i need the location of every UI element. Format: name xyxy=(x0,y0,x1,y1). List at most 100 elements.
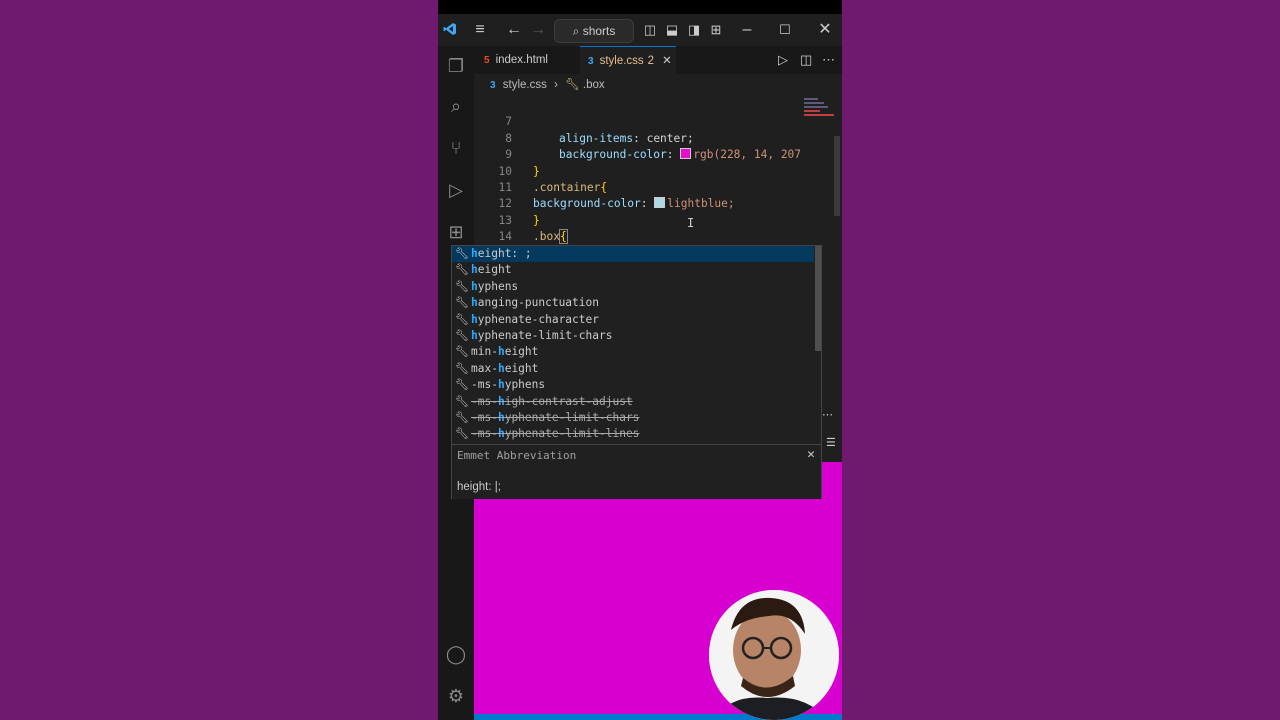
background-right xyxy=(842,0,1280,720)
toggle-panel-icon[interactable]: ⬓ xyxy=(662,14,682,46)
css-property: background-color xyxy=(559,148,667,162)
tab-label: style.css xyxy=(599,55,644,67)
title-bar: ≡ ← → ⌕ shorts ◫ ⬓ ◨ ⊞ – ☐ ✕ xyxy=(438,14,842,46)
maximize-icon[interactable]: ☐ xyxy=(772,14,798,46)
suggestion-item[interactable]: 🔧︎ -ms-hyphenate-limit-lines xyxy=(452,426,814,442)
suggestion-label: hyphenate-limit-chars xyxy=(471,329,613,342)
code-line: 8 background-color: rgb(228, 14, 207 xyxy=(474,114,800,161)
code-text: } xyxy=(533,164,540,178)
property-wrench-icon: 🔧︎ xyxy=(455,263,469,277)
tab-index-html[interactable]: 5 index.html xyxy=(484,46,580,74)
suggestion-item[interactable]: 🔧︎ hanging-punctuation xyxy=(452,295,814,311)
back-arrow-icon[interactable]: ← xyxy=(502,14,526,46)
minimize-icon[interactable]: – xyxy=(734,14,760,46)
suggestion-label: height xyxy=(471,263,512,277)
property-wrench-icon: 🔧︎ xyxy=(455,411,469,424)
tab-style-css[interactable]: 3 style.css 2 ✕ xyxy=(580,46,676,75)
property-wrench-icon: 🔧︎ xyxy=(455,427,469,441)
css-value: lightblue; xyxy=(667,197,735,211)
property-wrench-icon: 🔧︎ xyxy=(455,345,469,359)
suggestion-item[interactable]: 🔧︎ min-height xyxy=(452,344,814,360)
suggestion-label: max-height xyxy=(471,361,539,375)
breadcrumb: 3 style.css › 🔧︎ .box xyxy=(474,74,842,96)
suggestion-item[interactable]: 🔧︎ hyphenate-limit-chars xyxy=(452,328,814,344)
search-icon: ⌕ xyxy=(572,24,580,38)
chevron-right-icon: › xyxy=(554,79,558,91)
command-center-search[interactable]: ⌕ shorts xyxy=(554,19,634,43)
code-line: 7 align-items: center; xyxy=(474,98,693,144)
list-icon[interactable]: ☰ xyxy=(826,436,836,449)
details-body: height: |; xyxy=(457,481,501,493)
scrollbar[interactable] xyxy=(834,136,840,216)
close-window-icon[interactable]: ✕ xyxy=(812,14,838,46)
forward-arrow-icon[interactable]: → xyxy=(526,14,550,46)
suggestion-label: hanging-punctuation xyxy=(471,296,599,310)
settings-gear-icon[interactable]: ⚙ xyxy=(442,682,470,710)
background-left xyxy=(0,0,438,720)
code-line: 13 .box{ xyxy=(474,196,568,244)
suggestion-item[interactable]: 🔧︎ -ms-high-contrast-adjust xyxy=(452,394,814,410)
suggestion-widget: 🔧︎ height: ; 🔧︎ height 🔧︎ hyphens 🔧︎ hanging-pu… xyxy=(451,245,822,499)
suggestion-label: height: ; xyxy=(471,247,532,260)
search-label: shorts xyxy=(582,24,616,38)
css-property: align-items xyxy=(559,131,634,145)
property-wrench-icon: 🔧︎ xyxy=(455,247,469,260)
accounts-icon[interactable]: ◯ xyxy=(442,640,470,668)
source-control-icon[interactable]: ⑂ xyxy=(442,134,470,162)
minimap[interactable] xyxy=(800,96,842,244)
suggestion-item[interactable]: 🔧︎ height xyxy=(452,262,814,278)
suggestion-item[interactable]: 🔧︎ -ms-hyphenate-limit-chars xyxy=(452,410,814,426)
property-wrench-icon: 🔧︎ xyxy=(455,378,469,392)
suggestion-label: -ms-hyphens xyxy=(471,378,546,392)
code-text: } xyxy=(533,213,540,227)
code-editor[interactable]: 7 align-items: center; 8 background-colo… xyxy=(474,96,800,244)
suggestion-label: hyphens xyxy=(471,279,519,293)
suggestion-item[interactable]: 🔧︎ hyphens xyxy=(452,279,814,295)
close-icon[interactable]: ✕ xyxy=(807,447,815,462)
color-swatch[interactable] xyxy=(680,148,692,160)
html-file-icon: 5 xyxy=(484,55,490,66)
top-strip xyxy=(438,0,842,14)
presenter-webcam xyxy=(709,590,839,720)
run-icon[interactable]: ▷ xyxy=(778,46,788,74)
suggestion-item[interactable]: 🔧︎ -ms-hyphens xyxy=(452,377,814,393)
brace: { xyxy=(558,229,568,244)
property-wrench-icon: 🔧︎ xyxy=(455,296,469,310)
suggestion-item[interactable]: 🔧︎ max-height xyxy=(452,361,814,377)
code-line: 10 .container{ xyxy=(474,147,608,194)
search-view-icon[interactable]: ⌕ xyxy=(442,92,470,120)
suggestion-label: min-height xyxy=(471,345,539,359)
tab-label: index.html xyxy=(495,54,548,66)
run-debug-icon[interactable]: ▷ xyxy=(442,176,470,204)
extensions-icon[interactable]: ⊞ xyxy=(442,218,470,246)
property-wrench-icon: 🔧︎ xyxy=(455,394,469,408)
symbol-icon: 🔧︎ xyxy=(565,79,580,91)
more-actions-icon[interactable]: ⋯ xyxy=(822,46,835,74)
split-editor-icon[interactable]: ◫ xyxy=(800,46,812,74)
explorer-icon[interactable]: ❐ xyxy=(442,52,470,80)
css-selector: .box xyxy=(533,230,560,244)
editor-tabs: 5 index.html 3 style.css 2 ✕ ▷ ◫ ⋯ xyxy=(474,46,842,75)
css-selector: .container xyxy=(533,181,601,194)
suggestion-item[interactable]: 🔧︎ hyphenate-character xyxy=(452,312,814,328)
problem-count-badge: 2 xyxy=(647,55,655,67)
css-file-icon: 3 xyxy=(588,56,594,67)
customize-layout-icon[interactable]: ⊞ xyxy=(706,14,726,46)
text-cursor-icon: I xyxy=(687,216,695,230)
code-line: 11 background-color: lightblue; xyxy=(474,164,735,210)
suggestion-scrollbar[interactable] xyxy=(815,246,821,351)
breadcrumb-symbol[interactable]: .box xyxy=(583,79,605,91)
suggestion-item[interactable]: 🔧︎ height: ; xyxy=(452,246,814,263)
suggestion-label: -ms-hyphenate-limit-chars xyxy=(471,411,640,424)
menu-icon[interactable]: ≡ xyxy=(468,14,492,46)
toggle-sidebar-icon[interactable]: ◫ xyxy=(640,14,660,46)
suggestion-label: -ms-high-contrast-adjust xyxy=(471,394,633,408)
toggle-secondary-sidebar-icon[interactable]: ◨ xyxy=(684,14,704,46)
breadcrumb-file[interactable]: style.css xyxy=(503,79,547,91)
css-value: rgb(228, 14, 207 xyxy=(693,148,800,162)
suggestion-label: -ms-hyphenate-limit-lines xyxy=(471,427,640,441)
color-swatch[interactable] xyxy=(654,197,666,209)
more-icon[interactable]: ⋯ xyxy=(822,408,833,421)
close-tab-icon[interactable]: ✕ xyxy=(662,55,672,67)
suggestion-label: hyphenate-character xyxy=(471,312,599,326)
